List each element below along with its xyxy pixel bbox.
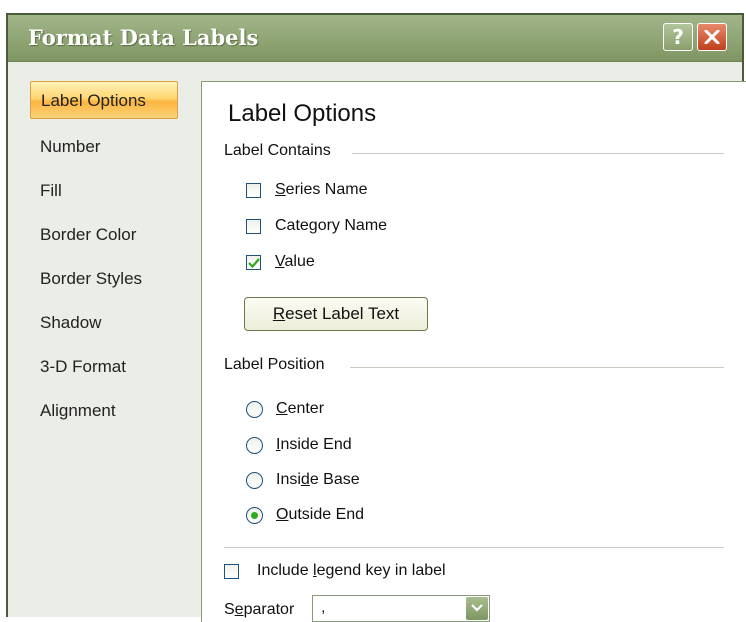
dialog-title: Format Data Labels (28, 25, 259, 50)
sidebar-item-alignment[interactable]: Alignment (30, 389, 190, 433)
legend-key-label: Include legend key in label (257, 562, 446, 579)
label-contains-heading: Label Contains (224, 142, 331, 159)
sidebar-item-border-styles[interactable]: Border Styles (30, 257, 190, 301)
chevron-down-icon (471, 604, 483, 612)
inside-end-label: Inside End (276, 436, 352, 453)
category-name-checkbox-row[interactable]: Category Name (246, 214, 387, 238)
center-label: Center (276, 400, 325, 417)
center-radio-row[interactable]: Center (246, 397, 324, 421)
checkmark-icon (248, 257, 260, 268)
sidebar-item-number[interactable]: Number (30, 125, 190, 169)
series-name-checkbox-row[interactable]: Series Name (246, 178, 367, 202)
category-name-checkbox[interactable] (246, 218, 261, 234)
section-divider (224, 547, 724, 548)
format-data-labels-dialog: Format Data Labels ? Label Options Numbe… (6, 13, 746, 622)
radio-selected-dot (251, 511, 258, 519)
category-name-label: Category Name (275, 217, 388, 234)
value-checkbox[interactable] (246, 254, 261, 270)
sidebar-item-shadow[interactable]: Shadow (30, 301, 190, 345)
label-position-heading: Label Position (224, 356, 325, 373)
inside-end-radio[interactable] (246, 436, 263, 454)
value-checkbox-row[interactable]: Value (246, 250, 315, 274)
close-icon (704, 30, 720, 44)
outside-end-radio[interactable] (246, 506, 263, 524)
inside-end-radio-row[interactable]: Inside End (246, 433, 352, 457)
separator-label: Separator (224, 601, 295, 618)
title-bar[interactable]: Format Data Labels ? (8, 15, 742, 62)
legend-key-checkbox[interactable] (224, 563, 239, 579)
separator-value: , (321, 599, 326, 616)
value-label: Value (275, 253, 315, 270)
outside-end-radio-row[interactable]: Outside End (246, 503, 364, 527)
sidebar-item-border-color[interactable]: Border Color (30, 213, 190, 257)
help-button[interactable]: ? (663, 23, 693, 51)
label-contains-divider (352, 153, 724, 154)
sidebar-item-3d-format[interactable]: 3-D Format (30, 345, 190, 389)
reset-label-text-button[interactable]: Reset Label Text (244, 297, 428, 331)
inside-base-radio-row[interactable]: Inside Base (246, 468, 360, 492)
options-panel: Label Options Label Contains Series Name… (201, 81, 746, 622)
outside-end-label: Outside End (276, 506, 365, 523)
sidebar-item-label-options[interactable]: Label Options (30, 81, 178, 119)
sidebar-item-fill[interactable]: Fill (30, 169, 190, 213)
close-button[interactable] (697, 23, 727, 51)
legend-key-checkbox-row[interactable]: Include legend key in label (224, 559, 446, 583)
label-position-divider (350, 367, 724, 368)
inside-base-label: Inside Base (276, 471, 360, 488)
panel-title: Label Options (228, 100, 377, 127)
separator-dropdown[interactable]: , (312, 595, 490, 622)
category-sidebar: Label Options Number Fill Border Color B… (30, 81, 190, 433)
center-radio[interactable] (246, 400, 263, 418)
series-name-label: Series Name (275, 181, 368, 198)
series-name-checkbox[interactable] (246, 182, 261, 198)
inside-base-radio[interactable] (246, 471, 263, 489)
